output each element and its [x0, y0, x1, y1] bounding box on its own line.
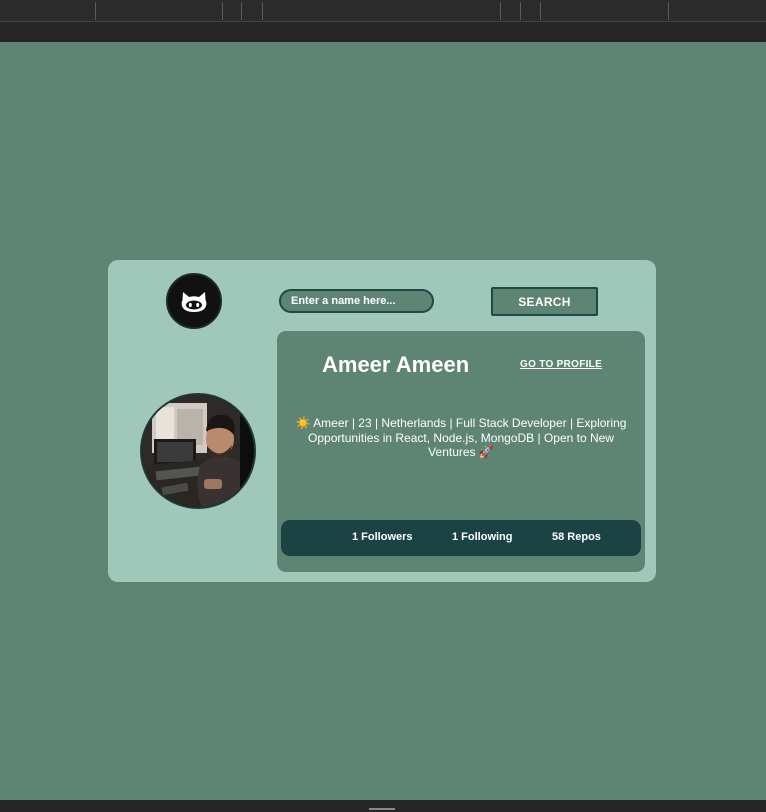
following-count: 1 Following — [452, 531, 513, 543]
toolbar-divider — [500, 2, 501, 20]
toolbar-divider — [668, 2, 669, 20]
toolbar-divider — [520, 2, 521, 20]
window-bottom-bar — [0, 800, 766, 812]
github-octocat-icon — [166, 273, 222, 329]
window-top-bar — [0, 0, 766, 22]
search-button[interactable]: SEARCH — [491, 287, 598, 316]
stats-bar: 1 Followers 1 Following 58 Repos — [281, 520, 641, 556]
profile-card: SEARCH Ameer Ameen GO TO PROFILE ☀ — [108, 260, 656, 582]
followers-count: 1 Followers — [352, 531, 413, 543]
toolbar-divider — [222, 2, 223, 20]
toolbar-divider — [262, 2, 263, 20]
toolbar-divider — [241, 2, 242, 20]
toolbar-divider — [540, 2, 541, 20]
user-bio: ☀️ Ameer | 23 | Netherlands | Full Stack… — [295, 416, 627, 459]
repos-count: 58 Repos — [552, 531, 601, 543]
window-secondary-bar — [0, 22, 766, 42]
resize-handle[interactable] — [369, 808, 395, 810]
toolbar-divider — [95, 2, 96, 20]
user-name: Ameer Ameen — [322, 352, 470, 377]
search-input[interactable] — [279, 289, 434, 313]
go-to-profile-link[interactable]: GO TO PROFILE — [520, 359, 602, 370]
avatar — [140, 393, 256, 509]
profile-panel: Ameer Ameen GO TO PROFILE ☀️ Ameer | 23 … — [277, 331, 645, 572]
